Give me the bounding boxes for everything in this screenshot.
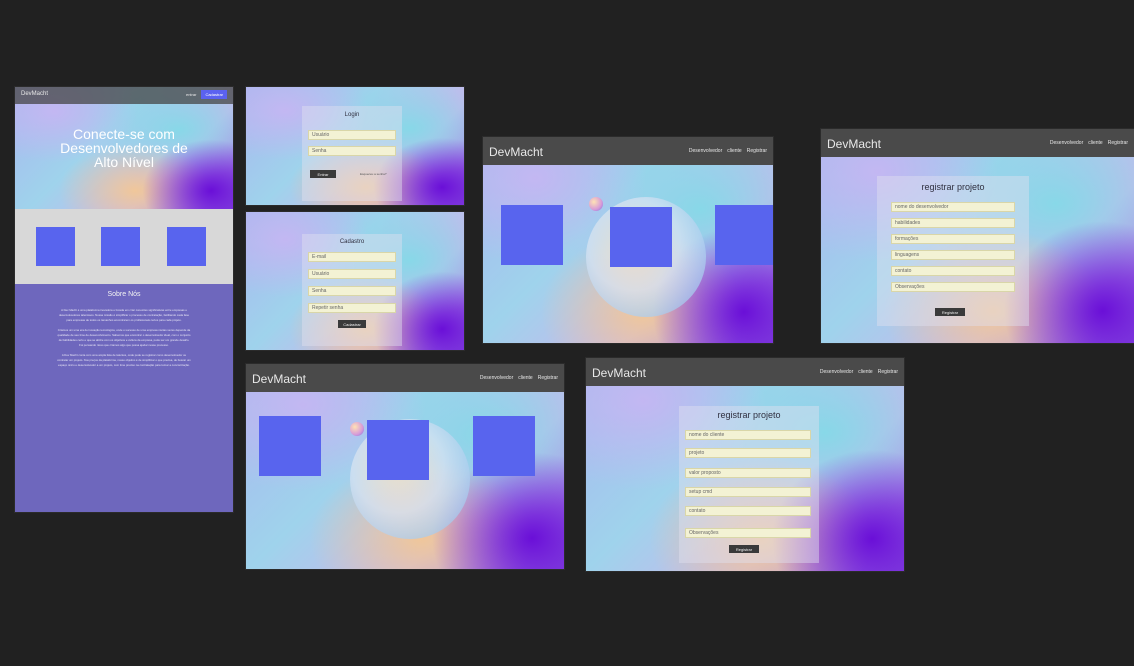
nav-registrar-link[interactable]: Registrar (1108, 140, 1128, 146)
proposed-value-field[interactable]: valor proposto (685, 468, 811, 478)
card-3 (167, 227, 206, 266)
ball-decoration (589, 197, 603, 211)
design-canvas: DevMacht entrar Cadastrar Conecte-se com… (0, 0, 1134, 666)
register-client-title: registrar projeto (717, 410, 781, 420)
login-frame: Login Usuário Senha Entrar Esqueceu a se… (246, 87, 464, 205)
forgot-password-link[interactable]: Esqueceu a senha? (360, 172, 387, 176)
signup-button[interactable]: Cadastrar (338, 320, 366, 328)
signup-panel: Cadastro E-mail Usuário Senha Repetir se… (302, 234, 402, 346)
notes-field[interactable]: Observações (891, 282, 1015, 292)
landing-page-frame: DevMacht entrar Cadastrar Conecte-se com… (15, 87, 233, 512)
repeat-password-field[interactable]: Repetir senha (308, 303, 396, 313)
card-center (367, 420, 429, 480)
home-navbar-2: DevMacht Desenvolvedor cliente Registrar (246, 364, 564, 392)
hero-section: DevMacht entrar Cadastrar Conecte-se com… (15, 87, 233, 209)
register-dev-navbar: DevMacht Desenvolvedor cliente Registrar (821, 129, 1134, 157)
education-field[interactable]: formações (891, 234, 1015, 244)
nav-entrar-link[interactable]: entrar (186, 92, 196, 97)
register-client-frame: DevMacht Desenvolvedor cliente Registrar… (586, 358, 904, 571)
ball-decoration (350, 422, 364, 436)
about-title: Sobre Nós (107, 291, 141, 298)
signup-title: Cadastro (339, 239, 365, 245)
card-2 (101, 227, 140, 266)
logo: DevMacht (827, 137, 882, 151)
cards-section (15, 209, 233, 284)
home-navbar-1: DevMacht Desenvolvedor cliente Registrar (483, 137, 773, 165)
register-dev-panel: registrar projeto nome do desenvolvedor … (877, 176, 1029, 326)
dev-name-field[interactable]: nome do desenvolvedor (891, 202, 1015, 212)
nav-registrar-link[interactable]: Registrar (538, 375, 558, 381)
register-dev-button[interactable]: Registrar (935, 308, 965, 316)
skills-field[interactable]: habilidades (891, 218, 1015, 228)
nav-desenvolvedor-link[interactable]: Desenvolvedor (1050, 140, 1083, 146)
languages-field[interactable]: linguagens (891, 250, 1015, 260)
signup-frame: Cadastro E-mail Usuário Senha Repetir se… (246, 212, 464, 350)
about-text: A Dev Macht é uma plataforma inovadora e… (57, 308, 191, 367)
nav-cadastrar-button[interactable]: Cadastrar (201, 90, 227, 99)
signup-password-field[interactable]: Senha (308, 286, 396, 296)
register-dev-title: registrar projeto (921, 182, 985, 192)
logo: DevMacht (252, 372, 307, 386)
card-left (501, 205, 563, 265)
client-contact-field[interactable]: contato (685, 506, 811, 516)
login-button[interactable]: Entrar (310, 170, 336, 178)
nav-desenvolvedor-link[interactable]: Desenvolvedor (820, 369, 853, 375)
about-section: Sobre Nós A Dev Macht é uma plataforma i… (15, 284, 233, 512)
nav-desenvolvedor-link[interactable]: Desenvolvedor (480, 375, 513, 381)
register-dev-frame: DevMacht Desenvolvedor cliente Registrar… (821, 129, 1134, 343)
email-field[interactable]: E-mail (308, 252, 396, 262)
nav-registrar-link[interactable]: Registrar (747, 148, 767, 154)
password-field[interactable]: Senha (308, 146, 396, 156)
login-title: Login (344, 112, 360, 118)
signup-username-field[interactable]: Usuário (308, 269, 396, 279)
register-client-navbar: DevMacht Desenvolvedor cliente Registrar (586, 358, 904, 386)
client-notes-field[interactable]: Observações (685, 528, 811, 538)
login-panel: Login Usuário Senha Entrar Esqueceu a se… (302, 106, 402, 201)
landing-navbar: DevMacht entrar Cadastrar (15, 87, 233, 104)
nav-cliente-link[interactable]: cliente (727, 148, 741, 154)
hero-title: Conecte-se com Desenvolvedores de Alto N… (60, 126, 188, 170)
card-right (715, 205, 773, 265)
logo: DevMacht (489, 145, 544, 159)
nav-cliente-link[interactable]: cliente (1088, 140, 1102, 146)
logo: DevMacht (21, 91, 49, 97)
card-right (473, 416, 535, 476)
nav-cliente-link[interactable]: cliente (858, 369, 872, 375)
home-frame-1: DevMacht Desenvolvedor cliente Registrar (483, 137, 773, 343)
setup-field[interactable]: setup cmd (685, 487, 811, 497)
card-center (610, 207, 672, 267)
nav-desenvolvedor-link[interactable]: Desenvolvedor (689, 148, 722, 154)
client-name-field[interactable]: nome do cliente (685, 430, 811, 440)
home-frame-2: DevMacht Desenvolvedor cliente Registrar (246, 364, 564, 569)
card-1 (36, 227, 75, 266)
card-left (259, 416, 321, 476)
contact-field[interactable]: contato (891, 266, 1015, 276)
nav-registrar-link[interactable]: Registrar (878, 369, 898, 375)
nav-cliente-link[interactable]: cliente (518, 375, 532, 381)
username-field[interactable]: Usuário (308, 130, 396, 140)
logo: DevMacht (592, 366, 647, 380)
register-client-panel: registrar projeto nome do cliente projet… (679, 406, 819, 563)
register-client-button[interactable]: Registrar (729, 545, 759, 553)
project-field[interactable]: projeto (685, 448, 811, 458)
